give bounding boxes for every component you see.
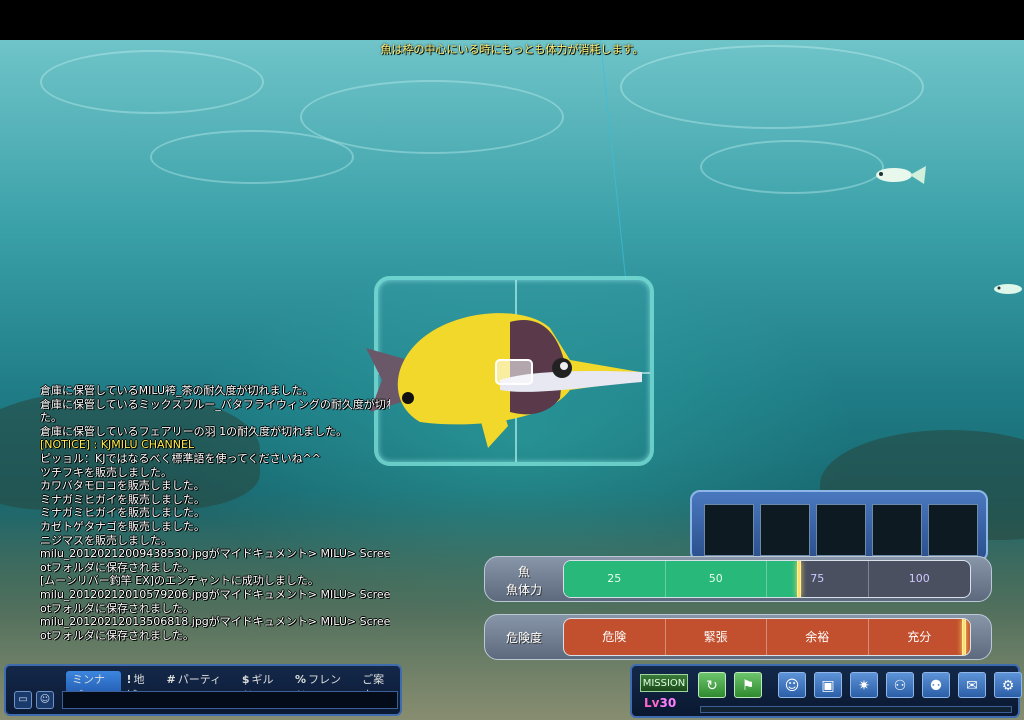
butterflyfish [366,313,642,448]
danger-zone-label: 危険 [564,619,666,655]
level-prefix: Lv [644,696,660,710]
level-value: 30 [659,696,677,710]
item-slot[interactable] [760,504,810,556]
chat-message: otフォルダに保存されました。 [40,628,195,642]
chat-message: milu_20120212010579206.jpgがマイドキュメント> MIL… [40,587,390,601]
item-slot-panel [690,490,988,562]
refresh-icon[interactable]: ↻ [698,672,726,698]
chat-message: ミナガミヒガイを販売しました。 [40,492,205,506]
stamina-track: 25 50 75 100 [563,560,971,598]
run-icon[interactable]: ⚑ [734,672,762,698]
chat-icons: ▭ ☺ [14,691,54,709]
mission-button[interactable]: MISSION [640,674,688,692]
party-add-icon[interactable]: ⚇ [886,672,914,698]
chat-message: otフォルダに保存されました。 [40,560,195,574]
chat-tab-mark: ! [126,673,132,686]
item-slot[interactable] [704,504,754,556]
danger-zone-label: 緊張 [666,619,767,655]
chat-message: ツチフキを販売しました。 [40,465,172,479]
danger-gauge: 危険度 危険 緊張 余裕 充分 [484,614,992,660]
danger-zone-label: 充分 [907,630,932,644]
messenger-icon[interactable]: ✉ [958,672,986,698]
window-icon[interactable]: ▭ [14,691,32,709]
item-slot[interactable] [928,504,978,556]
character-icon[interactable]: ☺ [778,672,806,698]
chat-message: [ムーンリバー釣竿 EX]のエンチャントに成功しました。 [40,574,319,588]
chat-tab-mark: $ [241,673,250,686]
item-slot[interactable] [816,504,866,556]
stamina-tick-label: 75 [767,561,869,597]
chat-message: カワバタモロコを販売しました。 [40,479,205,493]
danger-cursor [961,619,966,655]
small-fish-icon [876,166,926,184]
chat-panel: ミンナデ!地域#パーティー$ギルド%フレンドご案内 ▭ ☺ [4,664,402,716]
chat-message: カゼトゲタナゴを販売しました。 [40,519,205,533]
chat-message: 倉庫に保管しているミックスブルー_バタフライウィングの耐久度が切れまし [40,397,390,411]
chat-message: milu_20120212009438530.jpgがマイドキュメント> MIL… [40,547,390,561]
stamina-tick-label: 50 [666,561,767,597]
chat-message: ミナガミヒガイを販売しました。 [40,506,205,520]
main-menu-panel: MISSION Lv30 ↻ ⚑ ☺ ▣ ✷ ⚇ ⚉ ✉ ⚙ [630,664,1022,718]
chat-tab-mark: % [295,673,307,686]
small-fish-icon [994,284,1022,294]
exp-bar [700,706,1012,713]
emote-icon[interactable]: ☺ [36,691,54,709]
stamina-tick-label: 25 [564,561,666,597]
chat-log: 倉庫に保管しているMILU袴_茶の耐久度が切れました。 倉庫に保管しているミックス… [40,384,390,642]
chat-message: milu_20120212013506818.jpgがマイドキュメント> MIL… [40,615,390,629]
chat-message: た。 [40,411,62,425]
water-caustic [150,130,354,184]
stamina-cursor [797,561,802,597]
chat-tab-mark: # [166,673,176,686]
water-caustic [40,50,264,114]
danger-zone-label: 余裕 [767,619,869,655]
gear-icon[interactable]: ⚙ [994,672,1022,698]
chat-message: ピッョル：KJではなるべく標準語を使ってくださいね^^ [40,451,322,465]
inventory-icon[interactable]: ▣ [814,672,842,698]
water-caustic [620,45,924,129]
fishing-hint: 魚は枠の中心にいる時にもっとも体力が消耗します。 [380,43,644,56]
danger-label: 危険度 [505,631,542,645]
danger-track: 危険 緊張 余裕 充分 [563,618,971,656]
guild-icon[interactable]: ⚉ [922,672,950,698]
stamina-tick-label: 100 [908,572,930,585]
chat-message: 倉庫に保管しているフェアリーの羽 1の耐久度が切れました。 [40,424,348,438]
skill-icon[interactable]: ✷ [850,672,878,698]
chat-input[interactable] [62,691,398,709]
fish-stamina-gauge: 魚 魚体力 25 50 75 100 [484,556,992,602]
chat-message: otフォルダに保存されました。 [40,601,195,615]
water-caustic [700,140,884,194]
chat-message: ニジマスを販売しました。 [40,533,172,547]
stamina-label-fish: 魚 [517,565,530,579]
level-display: Lv30 [644,696,676,710]
chat-message: [NOTICE] : KJMILU CHANNEL [40,438,195,452]
chat-message: 倉庫に保管しているMILU袴_茶の耐久度が切れました。 [40,384,314,397]
item-slot[interactable] [872,504,922,556]
stamina-label: 魚体力 [505,583,542,597]
